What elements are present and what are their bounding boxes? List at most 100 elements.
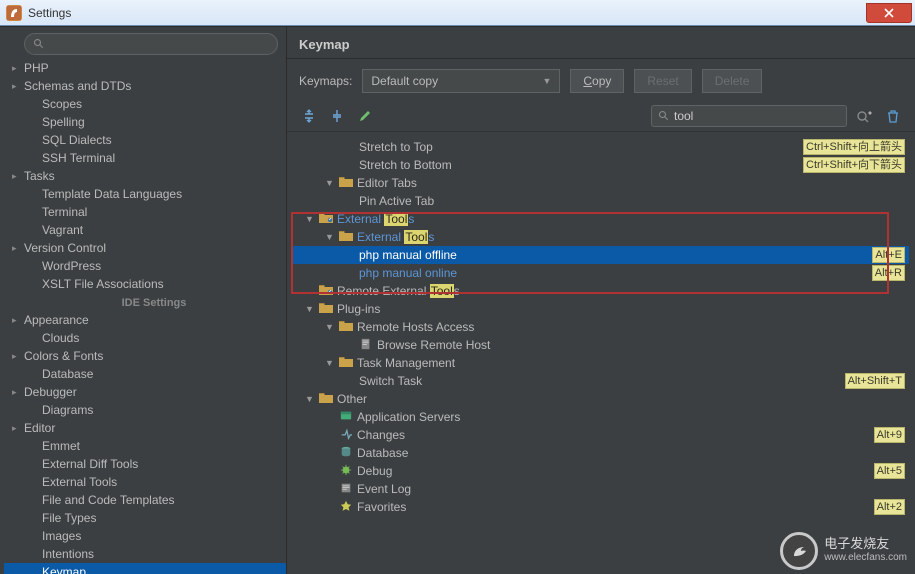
sidebar-item[interactable]: XSLT File Associations xyxy=(4,275,286,293)
sidebar-item[interactable]: ▸Colors & Fonts xyxy=(4,347,286,365)
keymap-row-text: Browse Remote Host xyxy=(377,338,490,352)
fav-icon xyxy=(339,500,353,515)
window-titlebar: Settings xyxy=(0,0,915,26)
sidebar-item[interactable]: ▸Schemas and DTDs xyxy=(4,77,286,95)
keymap-tree-row[interactable]: Remote External Tools xyxy=(291,282,909,300)
sidebar-item[interactable]: Clouds xyxy=(4,329,286,347)
keymap-tree-row[interactable]: ▼External Tools xyxy=(291,228,909,246)
sidebar-item[interactable]: File and Code Templates xyxy=(4,491,286,509)
sidebar-item[interactable]: ▸Debugger xyxy=(4,383,286,401)
settings-tree[interactable]: ▸PHP▸Schemas and DTDsScopesSpellingSQL D… xyxy=(0,59,286,574)
expand-arrow-icon: ▼ xyxy=(325,358,335,368)
sidebar-item[interactable]: Template Data Languages xyxy=(4,185,286,203)
sidebar-item-label: Tasks xyxy=(24,169,55,183)
expand-arrow-icon: ▸ xyxy=(12,63,22,74)
keymap-row-text: Pin Active Tab xyxy=(359,194,434,208)
sidebar-item[interactable]: SQL Dialects xyxy=(4,131,286,149)
sidebar-item[interactable]: ▸Version Control xyxy=(4,239,286,257)
keymap-select[interactable]: Default copy ▼ xyxy=(362,69,560,93)
folder-link-icon xyxy=(319,212,333,226)
keymap-row-label: Pin Active Tab xyxy=(345,194,434,208)
keymap-tree-row[interactable]: ▼Editor Tabs xyxy=(291,174,909,192)
sidebar-item-label: Editor xyxy=(24,421,55,435)
sidebar-item[interactable]: Database xyxy=(4,365,286,383)
sidebar-item[interactable]: WordPress xyxy=(4,257,286,275)
clear-search-icon[interactable] xyxy=(883,106,903,126)
keymap-tree-row[interactable]: Stretch to Bottom Ctrl+Shift+向下箭头 xyxy=(291,156,909,174)
keymap-row-label: Stretch to Top xyxy=(345,140,433,154)
keymap-row-text: Event Log xyxy=(357,482,411,496)
keymap-row-label: Database xyxy=(325,446,408,461)
keymap-tree-row[interactable]: ▼Other xyxy=(291,390,909,408)
expand-arrow-icon: ▼ xyxy=(305,394,315,404)
sidebar-item-label: External Diff Tools xyxy=(42,457,138,471)
reset-button[interactable]: Reset xyxy=(634,69,691,93)
keymap-tree-row[interactable]: Browse Remote Host xyxy=(291,336,909,354)
keymap-tree-row[interactable]: FavoritesAlt+2 xyxy=(291,498,909,516)
collapse-all-icon[interactable] xyxy=(327,106,347,126)
sidebar-item[interactable]: External Diff Tools xyxy=(4,455,286,473)
folder-icon xyxy=(339,356,353,370)
sidebar-item[interactable]: Images xyxy=(4,527,286,545)
sidebar-item-label: PHP xyxy=(24,61,49,75)
action-search-value: tool xyxy=(674,109,693,123)
action-search-input[interactable]: tool xyxy=(651,105,847,127)
sidebar-item[interactable]: ▸PHP xyxy=(4,59,286,77)
folder-link-icon xyxy=(319,284,333,298)
sidebar-item[interactable]: Terminal xyxy=(4,203,286,221)
window-title: Settings xyxy=(28,6,71,20)
keymap-row-label: php manual online xyxy=(345,266,457,280)
keymap-row-text: Remote Hosts Access xyxy=(357,320,474,334)
sidebar-item[interactable]: Scopes xyxy=(4,95,286,113)
window-close-button[interactable] xyxy=(866,3,912,23)
keymap-tree-row[interactable]: ChangesAlt+9 xyxy=(291,426,909,444)
keymap-tree-row[interactable]: Pin Active Tab xyxy=(291,192,909,210)
sidebar-search-input[interactable] xyxy=(24,33,278,55)
sidebar-item-label: Database xyxy=(42,367,93,381)
sidebar-item[interactable]: Diagrams xyxy=(4,401,286,419)
sidebar-item[interactable]: Intentions xyxy=(4,545,286,563)
keymap-tree-row[interactable]: Switch TaskAlt+Shift+T xyxy=(291,372,909,390)
keymap-action-tree[interactable]: Stretch to TopCtrl+Shift+向上箭头Stretch to … xyxy=(287,132,915,574)
keymap-tree-row[interactable]: ▼Task Management xyxy=(291,354,909,372)
copy-button[interactable]: Copy xyxy=(570,69,624,93)
keymap-row-label: Stretch to Bottom xyxy=(345,158,452,172)
find-by-shortcut-icon[interactable] xyxy=(855,106,875,126)
sidebar-item[interactable]: ▸Editor xyxy=(4,419,286,437)
shortcut-badge: Ctrl+Shift+向下箭头 xyxy=(803,157,905,173)
sidebar-item[interactable]: File Types xyxy=(4,509,286,527)
sidebar-item-label: Schemas and DTDs xyxy=(24,79,131,93)
keymap-row-text: php manual offline xyxy=(359,248,457,262)
sidebar-item[interactable]: Emmet xyxy=(4,437,286,455)
keymap-tree-row[interactable]: Application Servers xyxy=(291,408,909,426)
keymap-tree-row[interactable]: ▼Remote Hosts Access xyxy=(291,318,909,336)
keymap-row-label: Remote External Tools xyxy=(305,284,460,298)
sidebar-item-label: SSH Terminal xyxy=(42,151,115,165)
sidebar-item[interactable]: External Tools xyxy=(4,473,286,491)
sidebar-item[interactable]: ▸Tasks xyxy=(4,167,286,185)
edit-icon[interactable] xyxy=(355,106,375,126)
keymap-tree-row[interactable]: DebugAlt+5 xyxy=(291,462,909,480)
keymap-tree-row[interactable]: Event Log xyxy=(291,480,909,498)
expand-all-icon[interactable] xyxy=(299,106,319,126)
sidebar-item[interactable]: ▸Appearance xyxy=(4,311,286,329)
keymap-tree-row[interactable]: php manual onlineAlt+R xyxy=(291,264,909,282)
expand-arrow-icon: ▸ xyxy=(12,81,22,92)
keymap-controls: Keymaps: Default copy ▼ Copy Reset Delet… xyxy=(287,59,915,99)
event-icon xyxy=(339,482,353,497)
sidebar-item[interactable]: Spelling xyxy=(4,113,286,131)
keymap-tree-row[interactable]: ▼Plug-ins xyxy=(291,300,909,318)
sidebar-item-label: WordPress xyxy=(42,259,101,273)
sidebar-item[interactable]: SSH Terminal xyxy=(4,149,286,167)
keymap-row-label: php manual offline xyxy=(345,248,457,262)
sidebar-item[interactable]: Keymap xyxy=(4,563,286,574)
keymap-tree-row[interactable]: Stretch to TopCtrl+Shift+向上箭头 xyxy=(291,138,909,156)
keymap-row-text: Stretch to Bottom xyxy=(359,158,452,172)
keymap-tree-row[interactable]: Database xyxy=(291,444,909,462)
sidebar-item[interactable]: Vagrant xyxy=(4,221,286,239)
keymap-select-value: Default copy xyxy=(371,74,438,88)
delete-button[interactable]: Delete xyxy=(702,69,763,93)
keymap-row-text: Remote External Tools xyxy=(337,284,460,298)
keymap-tree-row[interactable]: ▼External Tools xyxy=(291,210,909,228)
keymap-tree-row[interactable]: php manual offlineAlt+E xyxy=(291,246,909,264)
